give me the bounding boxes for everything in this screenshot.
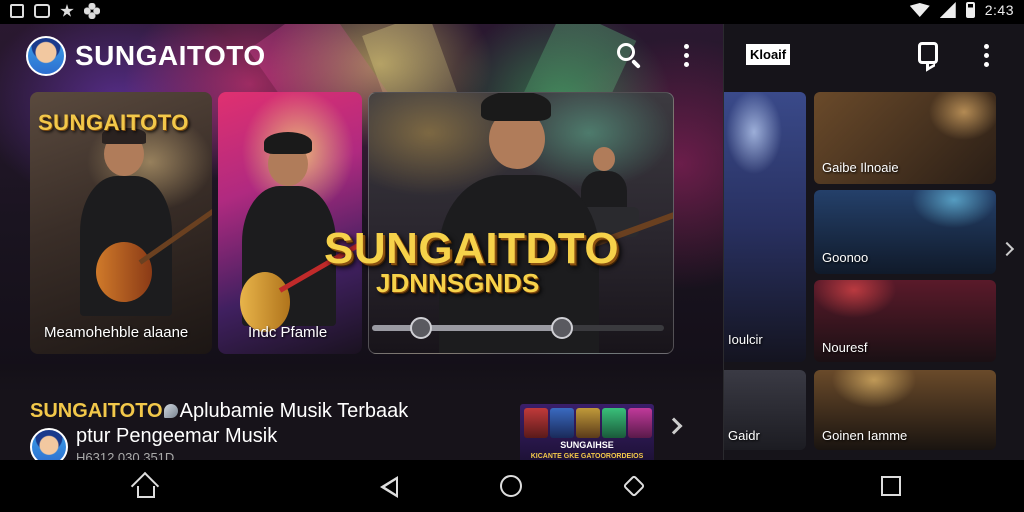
- seek-bar[interactable]: [372, 317, 664, 339]
- thumbnail-subtitle: KICANTE GKE GATOORORDEIOS: [530, 453, 644, 460]
- video-card[interactable]: Indc Pfamle: [218, 92, 362, 354]
- sparkle-icon: [60, 4, 74, 17]
- video-tile[interactable]: Gaidr: [724, 370, 806, 450]
- channel-avatar[interactable]: [26, 36, 66, 76]
- video-tile[interactable]: Gaibe Ilnoaie: [814, 92, 996, 184]
- featured-headline-line2: ptur Pengeemar Musik: [76, 425, 278, 447]
- thumbnail-face: [524, 408, 548, 438]
- player-overlay-subtitle: JDNNSGNDS: [376, 268, 540, 298]
- back-icon[interactable]: [378, 474, 404, 500]
- assistant-icon[interactable]: [622, 474, 648, 500]
- chevron-right-icon[interactable]: [999, 241, 1015, 257]
- featured-brand: SUNGAITOTO: [30, 400, 163, 422]
- featured-meta: H6312 030 351D: [76, 450, 175, 460]
- navigation-bar: [0, 460, 1024, 512]
- card-caption: Indc Pfamle: [248, 324, 328, 341]
- video-tile[interactable]: Goonoo: [814, 190, 996, 274]
- more-vert-icon[interactable]: [976, 40, 996, 70]
- wifi-icon: [909, 3, 930, 17]
- side-logo[interactable]: Kloaif: [746, 44, 791, 65]
- image-icon: [34, 4, 50, 18]
- app-title: SUNGAITOTO: [75, 40, 266, 71]
- featured-headline[interactable]: SUNGAITOTO Aplubamie Musik Terbaak: [30, 400, 408, 423]
- uploader-avatar[interactable]: [30, 428, 68, 460]
- video-tile[interactable]: Nouresf: [814, 280, 996, 362]
- tile-caption: Goinen Iamme: [822, 428, 908, 443]
- seek-start-handle[interactable]: [410, 317, 432, 339]
- featured-thumbnail[interactable]: SUNGAIHSE KICANTE GKE GATOORORDEIOS: [520, 404, 654, 460]
- search-icon[interactable]: [614, 40, 644, 70]
- notification-icons: [10, 3, 100, 19]
- side-panel: Kloaif Ioulcir Gaidr Gaibe Ilnoaie Goono…: [724, 24, 1024, 460]
- thumbnail-face: [602, 408, 626, 438]
- seek-handle[interactable]: [550, 317, 573, 339]
- gamepad-icon: [84, 3, 100, 19]
- card-overlay-title: SUNGAITOTO: [38, 110, 189, 135]
- tile-caption: Nouresf: [822, 340, 868, 355]
- gallery-icon: [10, 4, 24, 18]
- battery-icon: [965, 2, 975, 18]
- video-card[interactable]: SUNGAITOTO Meamohehble alaane: [30, 92, 212, 354]
- chat-icon[interactable]: [918, 42, 938, 64]
- home-circle-icon[interactable]: [499, 474, 525, 500]
- featured-headline-line1: Aplubamie Musik Terbaak: [179, 400, 409, 422]
- tile-caption: Goonoo: [822, 250, 869, 265]
- tile-caption: Gaibe Ilnoaie: [822, 160, 899, 175]
- thumbnail-face: [550, 408, 574, 438]
- thumbnail-face: [576, 408, 600, 438]
- seek-progress: [372, 325, 562, 331]
- tile-caption: Ioulcir: [728, 332, 763, 347]
- card-caption: Meamohehble alaane: [44, 324, 189, 341]
- video-tile[interactable]: Goinen Iamme: [814, 370, 996, 450]
- video-player-card[interactable]: [368, 92, 674, 354]
- video-tile[interactable]: Ioulcir: [724, 92, 806, 362]
- status-bar: 2:43: [0, 0, 1024, 24]
- signal-icon: [939, 2, 956, 18]
- thumbnail-face: [628, 408, 652, 438]
- more-vert-icon[interactable]: [676, 40, 696, 70]
- home-icon[interactable]: [130, 471, 160, 501]
- player-overlay-title: SUNGAITDTO: [324, 224, 620, 273]
- tile-caption: Gaidr: [728, 428, 760, 443]
- diamond-icon: [163, 404, 178, 418]
- main-panel: SUNGAITOTO SUNGAITOTO Meamohehble alaane…: [0, 24, 724, 460]
- recent-apps-icon[interactable]: [879, 474, 905, 500]
- clock: 2:43: [984, 2, 1014, 18]
- system-indicators: 2:43: [909, 2, 1014, 18]
- thumbnail-title: SUNGAIHSE: [560, 440, 614, 450]
